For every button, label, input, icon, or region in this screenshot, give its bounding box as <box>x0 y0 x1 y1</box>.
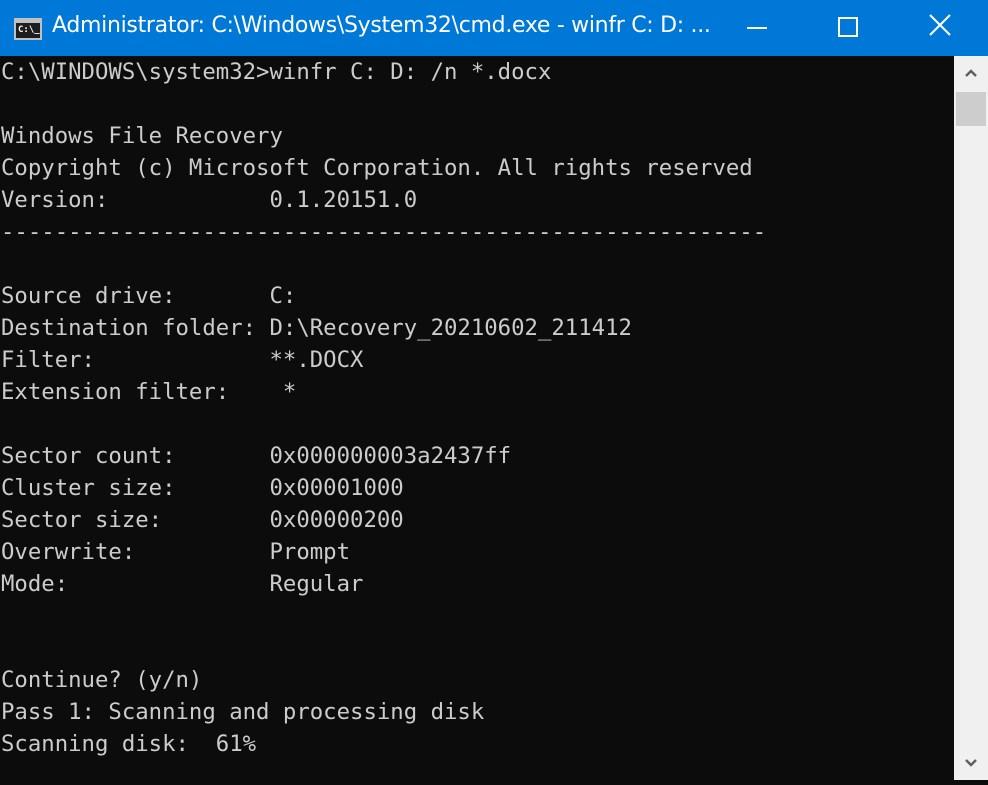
cmd-window: C:\_ Administrator: C:\Windows\System32\… <box>0 0 988 780</box>
console-line: Source drive: C: <box>1 283 297 309</box>
maximize-button[interactable] <box>801 0 893 56</box>
console-line: Filter: **.DOCX <box>1 347 364 373</box>
icon-bar <box>16 20 40 23</box>
vertical-scrollbar[interactable] <box>954 56 988 780</box>
console-line: Extension filter: * <box>1 379 297 405</box>
console-line: Continue? (y/n) <box>1 667 203 693</box>
console-line: Version: 0.1.20151.0 <box>1 187 418 213</box>
cmd-app-icon[interactable]: C:\_ <box>14 18 42 40</box>
window-title: Administrator: C:\Windows\System32\cmd.e… <box>52 13 711 38</box>
console-line: Cluster size: 0x00001000 <box>1 475 404 501</box>
console-line: C:\WINDOWS\system32>winfr C: D: /n *.doc… <box>1 59 552 85</box>
console-line: Windows File Recovery <box>1 123 283 149</box>
console-line: Copyright (c) Microsoft Corporation. All… <box>1 155 753 181</box>
console-line: Mode: Regular <box>1 571 364 597</box>
close-icon <box>929 14 951 36</box>
minimize-icon <box>747 27 767 29</box>
maximize-icon <box>838 17 858 37</box>
scroll-down-button[interactable] <box>954 746 988 780</box>
close-button[interactable] <box>893 0 988 56</box>
scroll-up-button[interactable] <box>954 56 988 90</box>
console-line: Sector size: 0x00000200 <box>1 507 404 533</box>
console-line: Scanning disk: 61% <box>1 731 257 757</box>
chevron-down-icon <box>965 759 977 767</box>
console-line: Pass 1: Scanning and processing disk <box>1 699 485 725</box>
console-line: Destination folder: D:\Recovery_20210602… <box>1 315 632 341</box>
minimize-button[interactable] <box>709 0 801 56</box>
scrollbar-thumb[interactable] <box>956 92 986 126</box>
console-line: Overwrite: Prompt <box>1 539 351 565</box>
console-output[interactable]: C:\WINDOWS\system32>winfr C: D: /n *.doc… <box>0 56 954 780</box>
console-line: ----------------------------------------… <box>1 219 767 245</box>
title-bar[interactable]: C:\_ Administrator: C:\Windows\System32\… <box>0 0 988 56</box>
icon-text: C:\_ <box>18 25 40 35</box>
chevron-up-icon <box>965 69 977 77</box>
console-line: Sector count: 0x000000003a2437ff <box>1 443 512 469</box>
